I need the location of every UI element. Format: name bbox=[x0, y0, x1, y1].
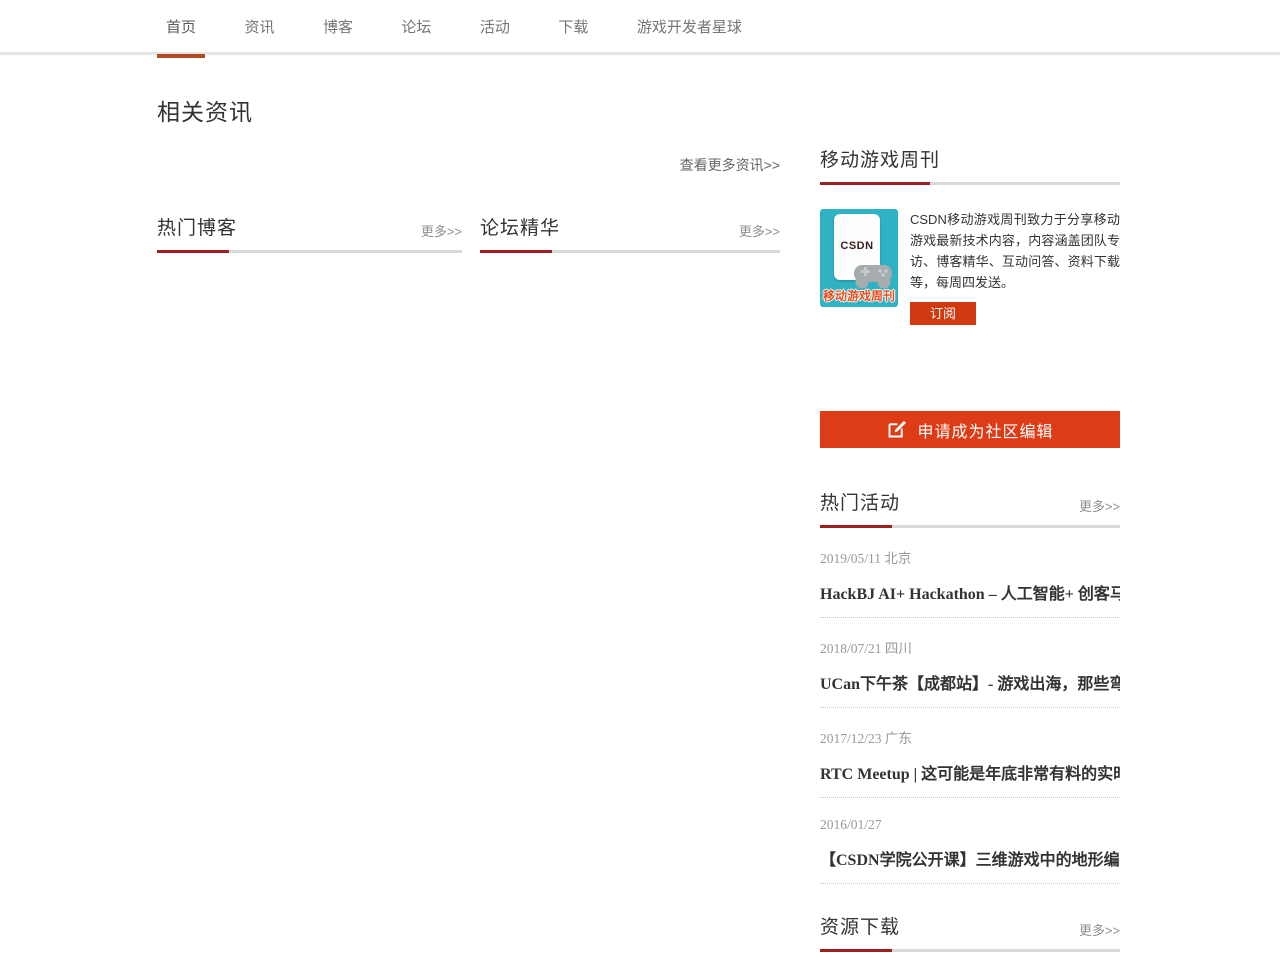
page-title: 相关资讯 bbox=[157, 93, 780, 127]
nav-item-events[interactable]: 活动 bbox=[471, 0, 519, 55]
hot-blogs-title: 热门博客 bbox=[157, 213, 237, 240]
view-more-news-link[interactable]: 查看更多资讯>> bbox=[680, 157, 780, 173]
event-list: 2019/05/11 北京 HackBJ AI+ Hackathon – 人工智… bbox=[820, 528, 1120, 884]
hot-blogs-more-link[interactable]: 更多>> bbox=[421, 221, 462, 240]
weekly-title: 移动游戏周刊 bbox=[820, 145, 940, 172]
forum-digest-section: 论坛精华 更多>> bbox=[480, 213, 780, 253]
event-date: 2018/07/21 四川 bbox=[820, 637, 1120, 657]
event-list-item[interactable]: 2018/07/21 四川 UCan下午茶【成都站】- 游戏出海，那些弯和… bbox=[820, 618, 1120, 708]
forum-digest-title: 论坛精华 bbox=[480, 213, 560, 240]
edit-pencil-icon bbox=[886, 419, 907, 440]
view-more-row: 查看更多资讯>> bbox=[157, 155, 780, 175]
section-underline bbox=[820, 949, 1120, 952]
csdn-weekly-badge-image[interactable]: CSDN 移动游戏周刊 bbox=[820, 209, 898, 307]
page-body: 相关资讯 查看更多资讯>> 热门博客 更多>> 论坛精华 更多>> bbox=[157, 55, 1120, 952]
events-title: 热门活动 bbox=[820, 488, 900, 515]
weekly-section-header: 移动游戏周刊 bbox=[820, 145, 1120, 172]
nav-item-blog[interactable]: 博客 bbox=[314, 0, 362, 55]
downloads-more-link[interactable]: 更多>> bbox=[1079, 920, 1120, 939]
event-title-link[interactable]: 【CSDN学院公开课】三维游戏中的地形编辑… bbox=[820, 846, 1120, 870]
csdn-logo-text: CSDN bbox=[834, 240, 880, 252]
nav-item-download[interactable]: 下载 bbox=[549, 0, 597, 55]
nav-item-news[interactable]: 资讯 bbox=[235, 0, 283, 55]
event-date: 2017/12/23 广东 bbox=[820, 727, 1120, 747]
events-section-header: 热门活动 更多>> bbox=[820, 488, 1120, 515]
apply-editor-label: 申请成为社区编辑 bbox=[917, 418, 1053, 442]
main-subcolumns: 热门博客 更多>> 论坛精华 更多>> bbox=[157, 213, 780, 253]
sidebar: 移动游戏周刊 CSDN bbox=[820, 55, 1120, 952]
weekly-box: CSDN 移动游戏周刊 CSDN移动游戏周刊致力于分享移动游 bbox=[820, 209, 1120, 325]
nav-item-forum[interactable]: 论坛 bbox=[392, 0, 440, 55]
section-underline bbox=[480, 250, 780, 253]
weekly-text-column: CSDN移动游戏周刊致力于分享移动游戏最新技术内容，内容涵盖团队专访、博客精华、… bbox=[910, 209, 1120, 325]
nav-item-home[interactable]: 首页 bbox=[157, 0, 205, 55]
section-underline bbox=[157, 250, 462, 253]
event-list-item[interactable]: 2019/05/11 北京 HackBJ AI+ Hackathon – 人工智… bbox=[820, 528, 1120, 618]
main-column: 相关资讯 查看更多资讯>> 热门博客 更多>> 论坛精华 更多>> bbox=[157, 55, 780, 952]
downloads-section-header: 资源下载 更多>> bbox=[820, 912, 1120, 939]
downloads-title: 资源下载 bbox=[820, 912, 900, 939]
event-title-link[interactable]: RTC Meetup | 这可能是年底非常有料的实时音… bbox=[820, 760, 1120, 784]
section-underline bbox=[820, 182, 1120, 185]
event-list-item[interactable]: 2017/12/23 广东 RTC Meetup | 这可能是年底非常有料的实时… bbox=[820, 708, 1120, 798]
nav-item-gamedev-planet[interactable]: 游戏开发者星球 bbox=[628, 0, 751, 55]
apply-editor-button[interactable]: 申请成为社区编辑 bbox=[820, 411, 1120, 448]
badge-caption-text: 移动游戏周刊 bbox=[820, 287, 898, 304]
event-list-item[interactable]: 2016/01/27 【CSDN学院公开课】三维游戏中的地形编辑… bbox=[820, 798, 1120, 884]
subscribe-button[interactable]: 订阅 bbox=[910, 302, 976, 325]
events-more-link[interactable]: 更多>> bbox=[1079, 496, 1120, 515]
forum-digest-more-link[interactable]: 更多>> bbox=[739, 221, 780, 240]
event-title-link[interactable]: HackBJ AI+ Hackathon – 人工智能+ 创客马拉… bbox=[820, 580, 1120, 604]
event-date: 2019/05/11 北京 bbox=[820, 547, 1120, 567]
event-date: 2016/01/27 bbox=[820, 817, 1120, 833]
weekly-description: CSDN移动游戏周刊致力于分享移动游戏最新技术内容，内容涵盖团队专访、博客精华、… bbox=[910, 209, 1120, 293]
hot-blogs-section: 热门博客 更多>> bbox=[157, 213, 462, 253]
top-navigation: 首页 资讯 博客 论坛 活动 下载 游戏开发者星球 bbox=[0, 0, 1280, 55]
event-title-link[interactable]: UCan下午茶【成都站】- 游戏出海，那些弯和… bbox=[820, 670, 1120, 694]
